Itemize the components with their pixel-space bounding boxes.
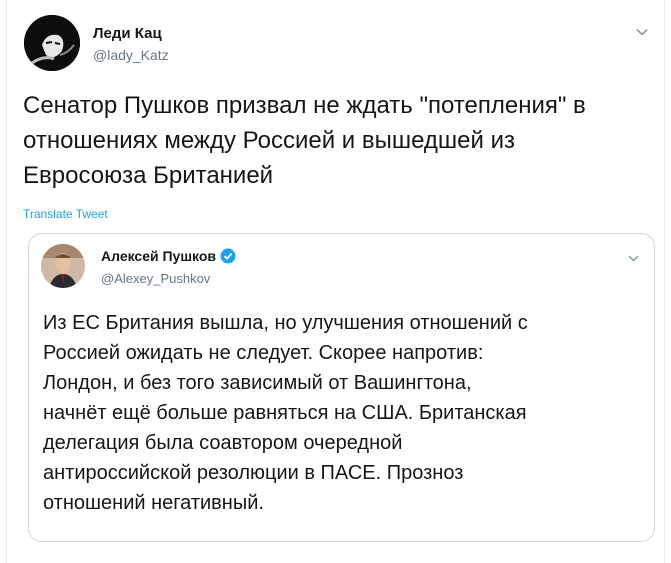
translate-tweet-link[interactable]: Translate Tweet [23,207,108,221]
author-name[interactable]: Леди Кац [93,25,162,42]
verified-badge-icon [220,248,236,264]
quoted-tweet[interactable]: Алексей Пушков @Alexey_Pushkov Из ЕС Бри… [28,233,655,542]
chevron-down-icon[interactable] [635,25,649,39]
author-avatar[interactable] [24,15,80,71]
chevron-down-icon[interactable] [627,252,640,265]
quoted-author-handle[interactable]: @Alexey_Pushkov [101,271,210,286]
tweet-text: Сенатор Пушков призвал не ждать "потепле… [23,92,586,189]
tweet-card: Леди Кац @lady_Katz Сенатор Пушков призв… [6,0,665,563]
quoted-author-name[interactable]: Алексей Пушков [101,248,216,264]
author-handle[interactable]: @lady_Katz [93,47,169,63]
quoted-tweet-text: Из ЕС Британия вышла, но улучшения отнош… [43,312,528,514]
quoted-author-avatar[interactable] [41,244,85,288]
